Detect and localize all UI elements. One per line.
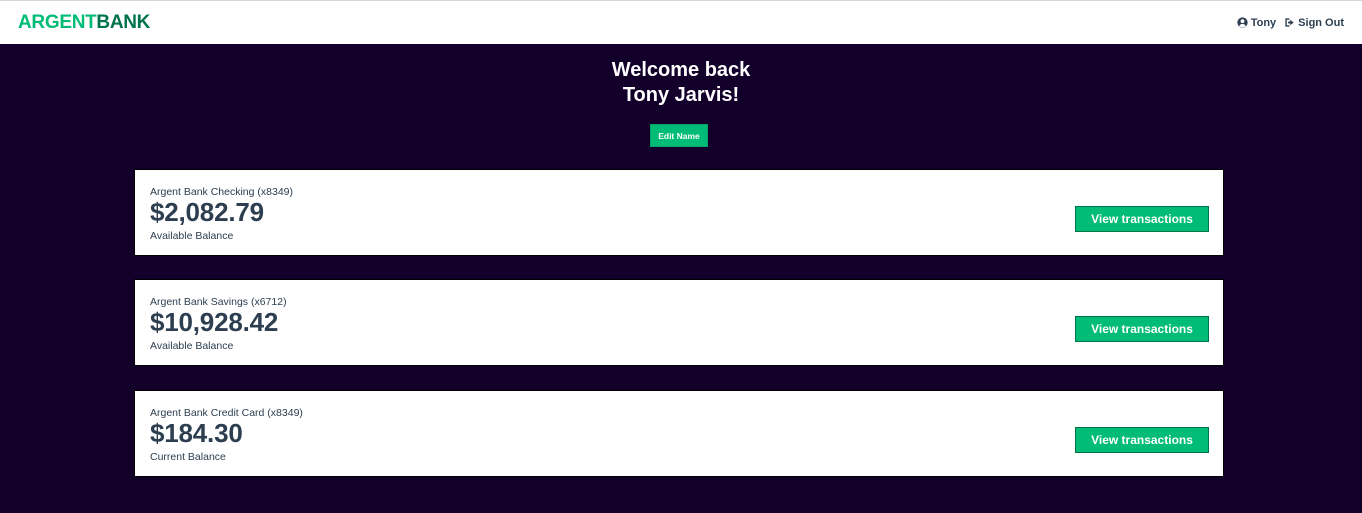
account-card-savings: Argent Bank Savings (x6712) $10,928.42 A…: [134, 279, 1224, 366]
sign-out-label: Sign Out: [1298, 16, 1344, 29]
account-balance-description: Current Balance: [150, 451, 226, 463]
logo-text-argent: ARGENT: [18, 11, 97, 33]
sign-out-icon: [1284, 17, 1295, 28]
view-transactions-button[interactable]: View transactions: [1075, 206, 1209, 232]
view-transactions-button[interactable]: View transactions: [1075, 316, 1209, 342]
edit-name-button[interactable]: Edit Name: [650, 124, 708, 147]
user-name: Tony: [1250, 16, 1277, 29]
view-transactions-button[interactable]: View transactions: [1075, 427, 1209, 453]
account-balance-description: Available Balance: [150, 340, 234, 352]
account-amount: $184.30: [150, 418, 243, 448]
nav-user-area: Tony Sign Out: [1237, 17, 1344, 29]
account-card-credit: Argent Bank Credit Card (x8349) $184.30 …: [134, 390, 1224, 477]
account-amount: $10,928.42: [150, 307, 279, 337]
argent-bank-logo[interactable]: ARGENT BANK: [18, 12, 150, 34]
user-profile-link[interactable]: Tony: [1237, 17, 1276, 29]
account-card-checking: Argent Bank Checking (x8349) $2,082.79 A…: [134, 169, 1224, 256]
main-nav: ARGENT BANK Tony Sign Out: [0, 0, 1362, 44]
logo-text-bank: BANK: [96, 11, 151, 33]
welcome-line-1: Welcome back: [611, 59, 751, 81]
user-circle-icon: [1237, 17, 1248, 28]
account-balance-description: Available Balance: [150, 230, 234, 242]
welcome-line-2: Tony Jarvis!: [622, 84, 740, 106]
account-amount: $2,082.79: [150, 197, 264, 227]
welcome-heading: Welcome back Tony Jarvis!: [0, 58, 1362, 108]
main-content: Welcome back Tony Jarvis! Edit Name Arge…: [0, 44, 1362, 513]
sign-out-link[interactable]: Sign Out: [1284, 17, 1344, 29]
